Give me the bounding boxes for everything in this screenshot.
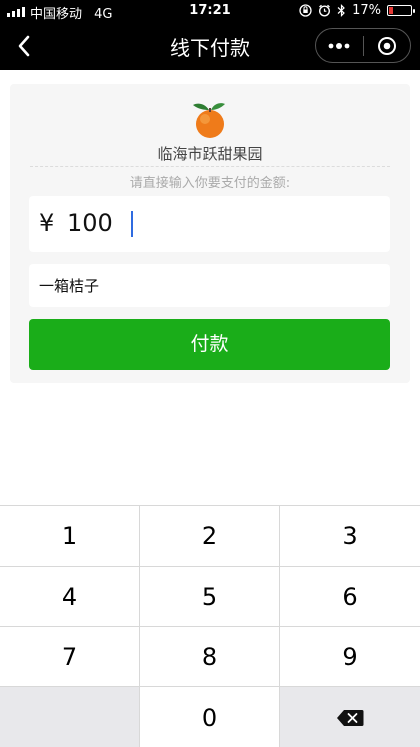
- key-6[interactable]: 6: [280, 567, 420, 627]
- remark-input[interactable]: 一箱桔子: [29, 264, 390, 307]
- key-3[interactable]: 3: [280, 506, 420, 567]
- key-4[interactable]: 4: [0, 567, 140, 627]
- close-circle-icon: [377, 36, 396, 55]
- key-8[interactable]: 8: [140, 627, 280, 687]
- key-2[interactable]: 2: [140, 506, 280, 567]
- backspace-icon: [337, 709, 364, 726]
- key-blank: [0, 687, 140, 747]
- more-dots-icon: [328, 42, 350, 49]
- payment-screen: 中国移动 4G 17:21 17% 线下付款 临海市跃甜果园 请直接输入你要支付…: [0, 0, 420, 747]
- dashed-divider: [30, 166, 390, 167]
- key-0[interactable]: 0: [140, 687, 280, 747]
- key-1[interactable]: 1: [0, 506, 140, 567]
- text-cursor: [131, 211, 133, 237]
- payment-card: 临海市跃甜果园 请直接输入你要支付的金额: ¥ 100 一箱桔子 付款: [10, 84, 410, 383]
- key-5[interactable]: 5: [140, 567, 280, 627]
- amount-hint: 请直接输入你要支付的金额:: [129, 176, 291, 191]
- orange-fruit-icon: [193, 103, 225, 138]
- status-icons: 17%: [299, 3, 415, 18]
- bluetooth-icon: [337, 4, 345, 17]
- capsule-menu: [315, 28, 411, 63]
- amount-input[interactable]: ¥ 100: [29, 196, 390, 252]
- orientation-lock-icon: [299, 4, 312, 17]
- remark-value: 一箱桔子: [39, 277, 100, 295]
- close-mini-program-button[interactable]: [364, 29, 411, 62]
- backspace-key[interactable]: [280, 687, 420, 747]
- key-7[interactable]: 7: [0, 627, 140, 687]
- alarm-icon: [319, 4, 331, 17]
- more-button[interactable]: [316, 29, 363, 62]
- status-bar: 中国移动 4G 17:21 17%: [0, 0, 420, 22]
- merchant-name: 临海市跃甜果园: [157, 145, 263, 163]
- navigation-bar: 线下付款: [0, 22, 420, 70]
- numeric-keypad: 1 2 3 4 5 6 7 8 9 0: [0, 505, 420, 747]
- pay-button[interactable]: 付款: [29, 319, 390, 370]
- battery-icon: [387, 5, 415, 16]
- key-9[interactable]: 9: [280, 627, 420, 687]
- battery-percent: 17%: [352, 3, 381, 18]
- amount-value: 100: [67, 209, 113, 237]
- currency-symbol: ¥: [39, 209, 55, 237]
- top-bar: 中国移动 4G 17:21 17% 线下付款: [0, 0, 420, 70]
